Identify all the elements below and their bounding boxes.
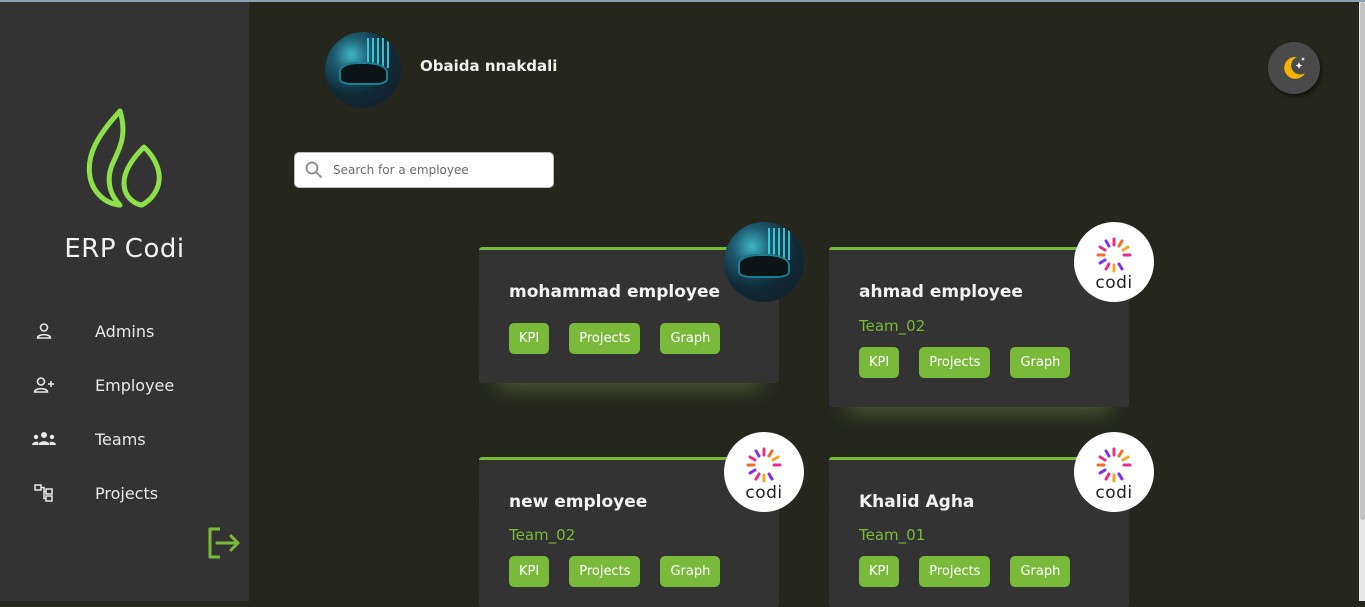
sidebar-item-label: Employee — [95, 375, 175, 395]
sidebar-item-projects[interactable]: Projects — [0, 473, 249, 513]
projects-button[interactable]: Projects — [919, 347, 991, 378]
hierarchy-icon — [31, 482, 57, 504]
sidebar-item-employee[interactable]: Employee — [0, 365, 249, 405]
logout-icon[interactable] — [204, 525, 244, 561]
employee-team: Team_01 — [859, 526, 926, 544]
search-icon — [305, 161, 322, 178]
employee-name: Khalid Agha — [859, 492, 975, 512]
employee-team: Team_02 — [859, 317, 926, 335]
sidebar-item-teams[interactable]: Teams — [0, 419, 249, 459]
kpi-button[interactable]: KPI — [509, 323, 550, 354]
codi-logo-text: codi — [745, 483, 783, 503]
brand-title: ERP Codi — [64, 234, 185, 264]
main-content: Obaida nnakdali mohammad employee KPI Pr… — [249, 2, 1360, 607]
codi-logo-text: codi — [1095, 483, 1133, 503]
projects-button[interactable]: Projects — [569, 556, 641, 587]
employee-avatar — [724, 222, 804, 302]
employee-name: new employee — [509, 492, 648, 512]
employee-team: Team_02 — [509, 526, 576, 544]
graph-button[interactable]: Graph — [660, 323, 721, 354]
codi-burst-icon — [746, 447, 782, 483]
projects-button[interactable]: Projects — [569, 323, 641, 354]
codi-logo-text: codi — [1095, 273, 1133, 293]
sidebar-item-label: Projects — [95, 483, 159, 503]
codi-burst-icon — [1096, 447, 1132, 483]
window-top-border — [0, 0, 1365, 2]
graph-button[interactable]: Graph — [1010, 347, 1071, 378]
employee-name: ahmad employee — [859, 282, 1023, 302]
user-avatar[interactable] — [325, 32, 401, 108]
graph-button[interactable]: Graph — [1010, 556, 1071, 587]
theme-toggle-button[interactable] — [1268, 42, 1320, 94]
graph-button[interactable]: Graph — [660, 556, 721, 587]
moon-icon — [1284, 56, 1305, 79]
codi-logo-avatar: codi — [1074, 222, 1154, 302]
codi-logo-avatar: codi — [724, 432, 804, 512]
projects-button[interactable]: Projects — [919, 556, 991, 587]
sidebar-item-label: Admins — [95, 321, 155, 341]
user-name: Obaida nnakdali — [420, 57, 558, 75]
kpi-button[interactable]: KPI — [859, 556, 900, 587]
search-input[interactable] — [333, 153, 547, 187]
users-group-icon — [31, 428, 57, 450]
sidebar-item-admins[interactable]: Admins — [0, 311, 249, 351]
codi-logo-avatar: codi — [1074, 432, 1154, 512]
employee-name: mohammad employee — [509, 282, 721, 302]
kpi-button[interactable]: KPI — [509, 556, 550, 587]
kpi-button[interactable]: KPI — [859, 347, 900, 378]
codi-burst-icon — [1096, 237, 1132, 273]
search-box — [294, 152, 554, 188]
user-plus-icon — [31, 374, 57, 396]
user-icon — [31, 320, 57, 342]
sidebar: ERP Codi Admins Employee Teams Projects — [0, 2, 249, 601]
sidebar-item-label: Teams — [95, 429, 146, 449]
flame-logo-icon — [86, 108, 162, 208]
scrollbar-thumb[interactable] — [1360, 2, 1365, 520]
